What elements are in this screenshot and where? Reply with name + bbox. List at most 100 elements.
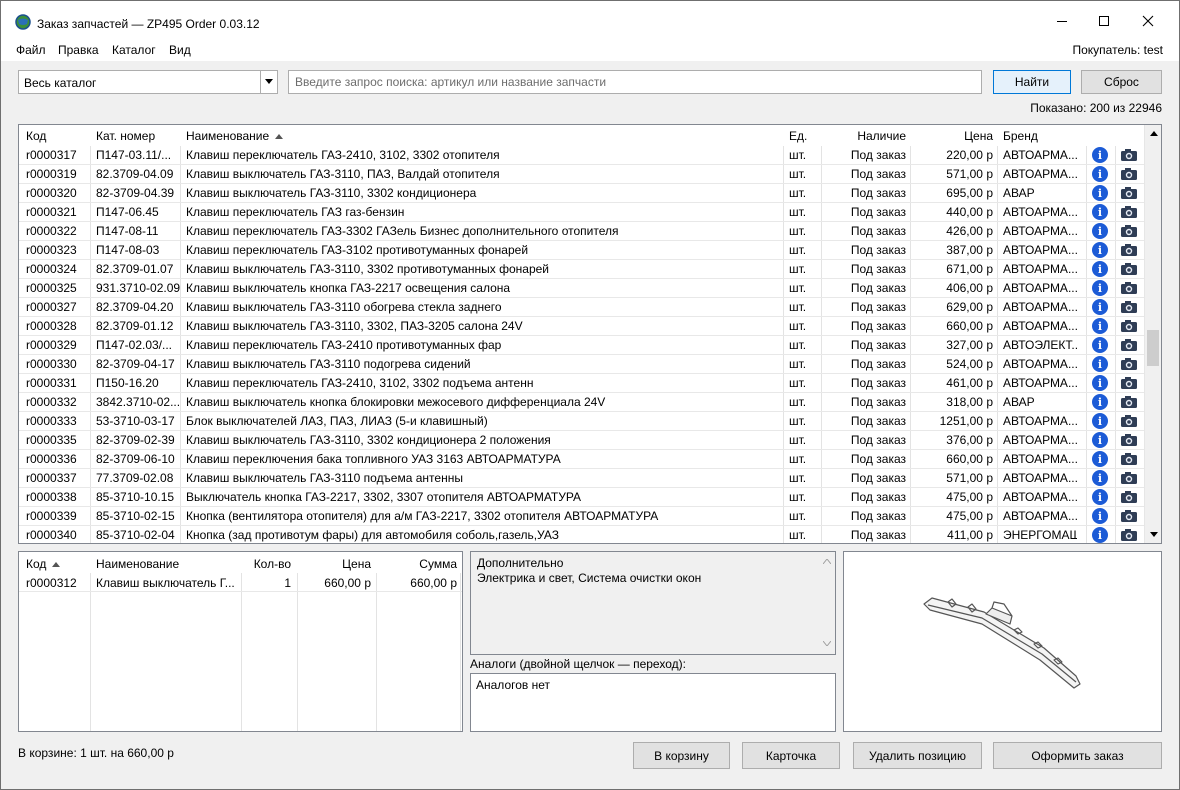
- info-icon[interactable]: i: [1092, 242, 1108, 258]
- info-icon[interactable]: i: [1092, 451, 1108, 467]
- camera-icon[interactable]: [1120, 243, 1138, 257]
- search-input[interactable]: [289, 71, 981, 93]
- camera-icon[interactable]: [1120, 338, 1138, 352]
- camera-icon[interactable]: [1120, 433, 1138, 447]
- cart-header-price[interactable]: Цена: [299, 557, 371, 571]
- info-icon[interactable]: i: [1092, 147, 1108, 163]
- camera-icon[interactable]: [1120, 186, 1138, 200]
- camera-icon[interactable]: [1120, 490, 1138, 504]
- menu-view[interactable]: Вид: [169, 43, 191, 57]
- info-icon[interactable]: i: [1092, 318, 1108, 334]
- table-row[interactable]: r0000324 82.3709-01.07 Клавиш выключатель …: [19, 260, 1145, 279]
- table-row[interactable]: r0000321 П147-06.45 Клавиш переключатель Г…: [19, 203, 1145, 222]
- info-icon[interactable]: i: [1092, 204, 1108, 220]
- camera-icon[interactable]: [1120, 262, 1138, 276]
- table-row[interactable]: r0000331 П150-16.20 Клавиш переключатель Г…: [19, 374, 1145, 393]
- camera-icon[interactable]: [1120, 376, 1138, 390]
- catalog-dropdown-button[interactable]: [260, 71, 277, 93]
- info-icon[interactable]: i: [1092, 223, 1108, 239]
- table-row[interactable]: r0000327 82.3709-04.20 Клавиш выключатель …: [19, 298, 1145, 317]
- camera-icon[interactable]: [1120, 452, 1138, 466]
- info-icon[interactable]: i: [1092, 394, 1108, 410]
- info-icon[interactable]: i: [1092, 470, 1108, 486]
- table-row[interactable]: r0000322 П147-08-11 Клавиш переключатель Г…: [19, 222, 1145, 241]
- header-price[interactable]: Цена: [909, 129, 993, 143]
- camera-icon[interactable]: [1120, 395, 1138, 409]
- table-row[interactable]: r0000338 85-3710-10.15 Выключатель кнопка …: [19, 488, 1145, 507]
- info-icon[interactable]: i: [1092, 337, 1108, 353]
- info-icon[interactable]: i: [1092, 527, 1108, 543]
- table-row[interactable]: r0000333 53-3710-03-17 Блок выключателей Л…: [19, 412, 1145, 431]
- camera-icon[interactable]: [1120, 471, 1138, 485]
- menu-file[interactable]: Файл: [16, 43, 46, 57]
- header-name-wrap[interactable]: Наименование: [186, 129, 284, 143]
- header-unit[interactable]: Ед.: [789, 129, 807, 143]
- camera-icon[interactable]: [1120, 528, 1138, 542]
- analogs-list[interactable]: Аналогов нет: [470, 673, 836, 732]
- find-button[interactable]: Найти: [993, 70, 1071, 94]
- table-row[interactable]: r0000328 82.3709-01.12 Клавиш выключатель …: [19, 317, 1145, 336]
- minimize-button[interactable]: [1039, 1, 1085, 41]
- table-row[interactable]: r0000319 82.3709-04.09 Клавиш выключатель …: [19, 165, 1145, 184]
- table-row[interactable]: r0000320 82-3709-04.39 Клавиш выключатель …: [19, 184, 1145, 203]
- add-to-cart-button[interactable]: В корзину: [633, 742, 730, 769]
- header-article[interactable]: Кат. номер: [96, 129, 155, 143]
- info-icon[interactable]: i: [1092, 413, 1108, 429]
- header-code[interactable]: Код: [26, 129, 46, 143]
- camera-icon[interactable]: [1120, 414, 1138, 428]
- scroll-thumb[interactable]: [1147, 330, 1159, 366]
- info-icon[interactable]: i: [1092, 432, 1108, 448]
- camera-icon[interactable]: [1120, 281, 1138, 295]
- catalog-select[interactable]: Весь каталог: [18, 70, 278, 94]
- table-row[interactable]: r0000339 85-3710-02-15 Кнопка (вентилятора…: [19, 507, 1145, 526]
- table-row[interactable]: r0000317 П147-03.11/... Клавиш переключате…: [19, 146, 1145, 165]
- header-avail[interactable]: Наличие: [819, 129, 906, 143]
- header-brand[interactable]: Бренд: [1003, 129, 1038, 143]
- menu-edit[interactable]: Правка: [58, 43, 99, 57]
- info-icon[interactable]: i: [1092, 166, 1108, 182]
- table-row[interactable]: r0000340 85-3710-02-04 Кнопка (зад противо…: [19, 526, 1145, 543]
- camera-icon[interactable]: [1120, 357, 1138, 371]
- cart-row[interactable]: r0000312 Клавиш выключатель Г... 1 660,0…: [19, 573, 462, 592]
- table-row[interactable]: r0000330 82-3709-04-17 Клавиш выключатель …: [19, 355, 1145, 374]
- delete-item-button[interactable]: Удалить позицию: [853, 742, 982, 769]
- info-icon[interactable]: i: [1092, 261, 1108, 277]
- table-row[interactable]: r0000323 П147-08-03 Клавиш переключатель Г…: [19, 241, 1145, 260]
- table-row[interactable]: r0000335 82-3709-02-39 Клавиш выключатель …: [19, 431, 1145, 450]
- camera-icon[interactable]: [1120, 224, 1138, 238]
- table-row[interactable]: r0000337 77.3709-02.08 Клавиш выключатель …: [19, 469, 1145, 488]
- table-row[interactable]: r0000336 82-3709-06-10 Клавиш переключения…: [19, 450, 1145, 469]
- table-row[interactable]: r0000329 П147-02.03/... Клавиш переключате…: [19, 336, 1145, 355]
- info-icon[interactable]: i: [1092, 185, 1108, 201]
- info-icon[interactable]: i: [1092, 375, 1108, 391]
- card-button[interactable]: Карточка: [742, 742, 840, 769]
- info-icon[interactable]: i: [1092, 489, 1108, 505]
- parts-table[interactable]: Код Кат. номер Наименование Ед. Наличие …: [18, 124, 1162, 544]
- camera-icon[interactable]: [1120, 319, 1138, 333]
- table-row[interactable]: r0000332 3842.3710-02... Клавиш выключател…: [19, 393, 1145, 412]
- info-icon[interactable]: i: [1092, 508, 1108, 524]
- table-row[interactable]: r0000325 931.3710-02.09 Клавиш выключатель…: [19, 279, 1145, 298]
- scroll-down-button[interactable]: [1145, 526, 1161, 543]
- camera-icon[interactable]: [1120, 148, 1138, 162]
- details-scrollbar[interactable]: [818, 552, 835, 654]
- camera-icon[interactable]: [1120, 167, 1138, 181]
- reset-button[interactable]: Сброс: [1081, 70, 1162, 94]
- scroll-up-button[interactable]: [1145, 125, 1161, 142]
- checkout-button[interactable]: Оформить заказ: [993, 742, 1162, 769]
- camera-icon[interactable]: [1120, 205, 1138, 219]
- cart-header-code-wrap[interactable]: Код: [26, 557, 61, 571]
- info-icon[interactable]: i: [1092, 280, 1108, 296]
- info-icon[interactable]: i: [1092, 356, 1108, 372]
- close-button[interactable]: [1125, 1, 1171, 41]
- info-icon[interactable]: i: [1092, 299, 1108, 315]
- cart-header-sum[interactable]: Сумма: [379, 557, 457, 571]
- cart-header-name[interactable]: Наименование: [96, 557, 179, 571]
- camera-icon[interactable]: [1120, 509, 1138, 523]
- maximize-button[interactable]: [1081, 1, 1127, 41]
- camera-icon[interactable]: [1120, 300, 1138, 314]
- cart-table[interactable]: Код Наименование Кол-во Цена Сумма r0000…: [18, 551, 463, 732]
- menu-catalog[interactable]: Каталог: [112, 43, 156, 57]
- table-scrollbar[interactable]: [1144, 125, 1161, 543]
- search-field[interactable]: [288, 70, 982, 94]
